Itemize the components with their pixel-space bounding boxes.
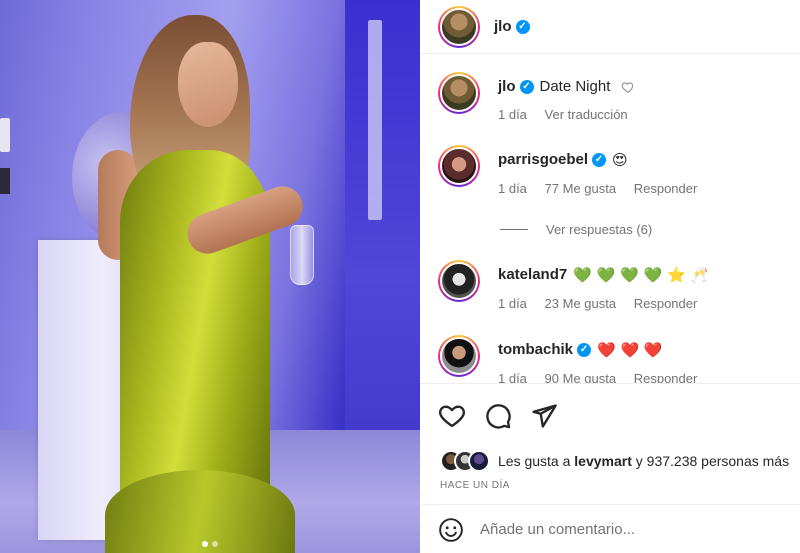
- comment-icon[interactable]: [484, 402, 512, 430]
- comment-avatar[interactable]: [438, 145, 480, 187]
- post-panel: jlo ✓ jlo ✓ Date Night 1 día Ver traducció…: [420, 0, 800, 553]
- comment-likes[interactable]: 77 Me gusta: [545, 181, 617, 196]
- caption: jlo ✓ Date Night 1 día Ver traducción: [438, 72, 798, 132]
- carousel-dot[interactable]: [202, 541, 208, 547]
- likes-text: Les gusta a levymart y 937.238 personas …: [498, 453, 789, 469]
- wine-glass: [290, 225, 314, 285]
- comment-avatar[interactable]: [438, 335, 480, 377]
- comment-item: tombachik ✓ ❤️ ❤️ ❤️ 1 día 90 Me gusta Res…: [438, 335, 798, 383]
- carousel-dot[interactable]: [212, 541, 218, 547]
- replies-divider: [500, 229, 528, 230]
- heart-icon[interactable]: [438, 402, 466, 430]
- likes-suffix: y 937.238 personas más: [635, 453, 790, 469]
- comment-item: kateland7 💚 💚 💚 💚 ⭐ 🥂 1 día 23 Me gusta R…: [438, 260, 798, 320]
- comment-text: ❤️ ❤️ ❤️: [597, 341, 663, 360]
- post-actions: Les gusta a levymart y 937.238 personas …: [420, 383, 800, 553]
- post-timestamp: HACE UN DÍA: [440, 480, 510, 491]
- caption-time: 1 día: [498, 107, 527, 122]
- comment-username[interactable]: tombachik: [498, 341, 573, 358]
- comment-username[interactable]: kateland7: [498, 266, 567, 283]
- add-comment-bar: [420, 504, 800, 553]
- caption-username[interactable]: jlo: [498, 78, 516, 95]
- action-icons: [438, 402, 558, 430]
- liker-avatar: [468, 450, 490, 472]
- comment-likes[interactable]: 23 Me gusta: [545, 296, 617, 311]
- caption-text: Date Night: [539, 78, 611, 95]
- view-replies-button[interactable]: Ver respuestas (6): [500, 222, 652, 237]
- comment-time: 1 día: [498, 371, 527, 383]
- verified-icon: ✓: [577, 343, 592, 358]
- wall-panel: [0, 168, 10, 194]
- reply-button[interactable]: Responder: [634, 371, 698, 383]
- comment-time: 1 día: [498, 296, 527, 312]
- share-icon[interactable]: [530, 402, 558, 430]
- comment-input[interactable]: [480, 521, 780, 538]
- figure-face: [178, 42, 238, 127]
- comment-text: 😍: [612, 151, 628, 170]
- verified-icon: ✓: [592, 153, 607, 168]
- comment-text: 💚 💚 💚 💚 ⭐ 🥂: [573, 266, 710, 285]
- carousel-dots: [0, 541, 420, 547]
- author-username[interactable]: jlo: [494, 18, 512, 35]
- post-image[interactable]: [0, 0, 420, 553]
- comments-list[interactable]: jlo ✓ Date Night 1 día Ver traducción parr…: [420, 55, 800, 383]
- likes-prefix: Les gusta a: [498, 453, 571, 469]
- likes-summary[interactable]: Les gusta a levymart y 937.238 personas …: [440, 450, 789, 472]
- reply-button[interactable]: Responder: [634, 181, 698, 196]
- door-frame: [368, 20, 382, 220]
- comment-avatar[interactable]: [438, 260, 480, 302]
- reply-button[interactable]: Responder: [634, 296, 698, 311]
- likes-user[interactable]: levymart: [574, 453, 632, 469]
- post-header: jlo ✓: [420, 0, 800, 54]
- translate-link[interactable]: Ver traducción: [545, 107, 628, 122]
- comment-item: parrisgoebel ✓ 😍 1 día 77 Me gusta Respond…: [438, 145, 798, 205]
- comment-time: 1 día: [498, 181, 527, 197]
- comment-username[interactable]: parrisgoebel: [498, 151, 588, 168]
- comment-likes[interactable]: 90 Me gusta: [545, 371, 617, 383]
- view-replies-label: Ver respuestas (6): [546, 222, 653, 237]
- verified-icon: ✓: [515, 19, 530, 34]
- emoji-icon[interactable]: [438, 517, 464, 543]
- like-comment-heart-icon[interactable]: [621, 80, 635, 94]
- wall-switch: [0, 118, 10, 152]
- caption-avatar[interactable]: [438, 72, 480, 114]
- verified-icon: ✓: [519, 80, 534, 95]
- author-avatar[interactable]: [438, 5, 480, 48]
